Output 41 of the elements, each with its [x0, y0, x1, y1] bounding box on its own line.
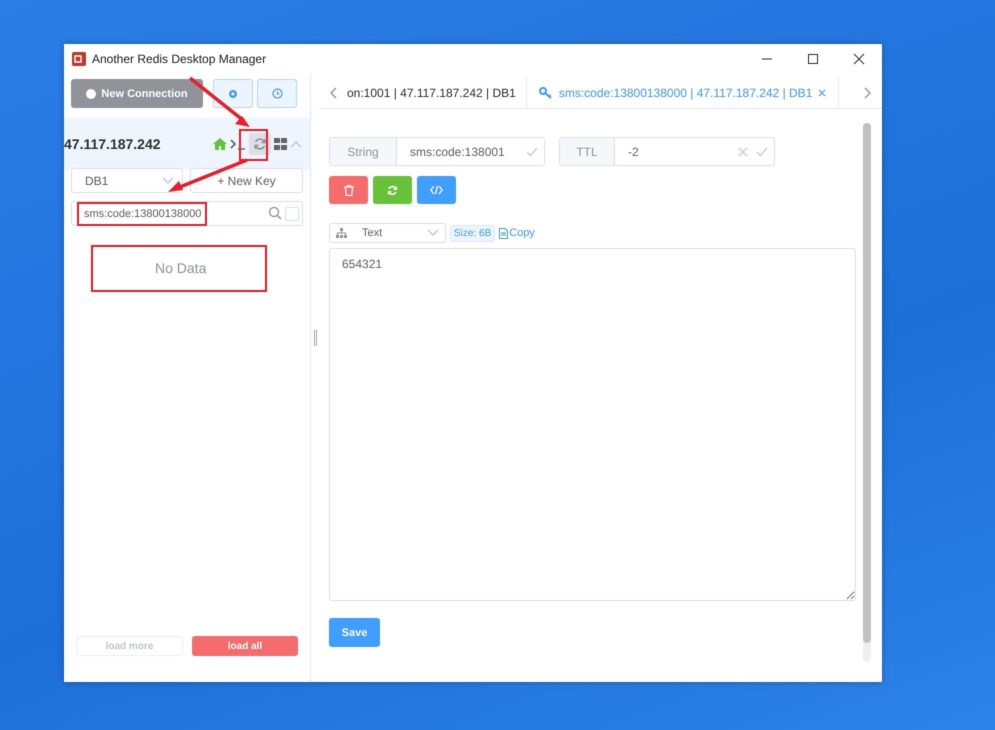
window-title: Another Redis Desktop Manager	[92, 52, 268, 66]
refresh-icon	[253, 137, 267, 151]
chevron-down-icon	[427, 229, 439, 237]
scroll-left-icon[interactable]	[329, 87, 339, 99]
format-select[interactable]: Text	[329, 223, 446, 243]
new-key-button[interactable]: + New Key	[190, 168, 303, 193]
size-tag: Size: 6B	[450, 224, 496, 242]
new-connection-button[interactable]: New Connection	[71, 79, 203, 108]
key-icon	[538, 86, 553, 98]
refresh-button[interactable]	[373, 176, 412, 204]
annotation-arrow	[188, 76, 250, 127]
db-select[interactable]: DB1	[71, 168, 183, 193]
value-textarea[interactable]: 654321	[329, 248, 856, 601]
document-icon	[499, 228, 508, 238]
resize-handle[interactable]	[314, 330, 316, 346]
grid-icon[interactable]	[274, 138, 287, 150]
highlight-frame	[239, 129, 268, 161]
close-tab-icon[interactable]	[818, 88, 826, 96]
settings-icon	[228, 88, 238, 98]
trash-icon	[344, 184, 354, 196]
server-row[interactable]: 47.117.187.242	[64, 118, 310, 170]
terminal-icon[interactable]	[230, 138, 246, 150]
clock-icon	[272, 88, 282, 99]
scrollbar-thumb[interactable]	[863, 123, 871, 643]
chevron-down-icon	[162, 176, 174, 184]
search-icon[interactable]	[268, 206, 282, 220]
code-button[interactable]	[417, 176, 456, 204]
app-icon	[72, 52, 86, 66]
history-button[interactable]	[257, 79, 297, 108]
hierarchy-icon	[336, 228, 347, 238]
exact-match-checkbox[interactable]	[285, 207, 299, 221]
settings-button[interactable]	[213, 79, 253, 108]
home-icon[interactable]	[213, 138, 227, 150]
refresh-icon	[387, 184, 398, 196]
chevron-up-icon[interactable]	[290, 140, 302, 148]
refresh-button[interactable]	[249, 133, 271, 155]
code-icon	[430, 185, 443, 195]
empty-message: No Data	[155, 260, 206, 276]
scroll-right-icon[interactable]	[862, 87, 872, 99]
server-name: 47.117.187.242	[64, 136, 161, 152]
delete-button[interactable]	[329, 176, 368, 204]
